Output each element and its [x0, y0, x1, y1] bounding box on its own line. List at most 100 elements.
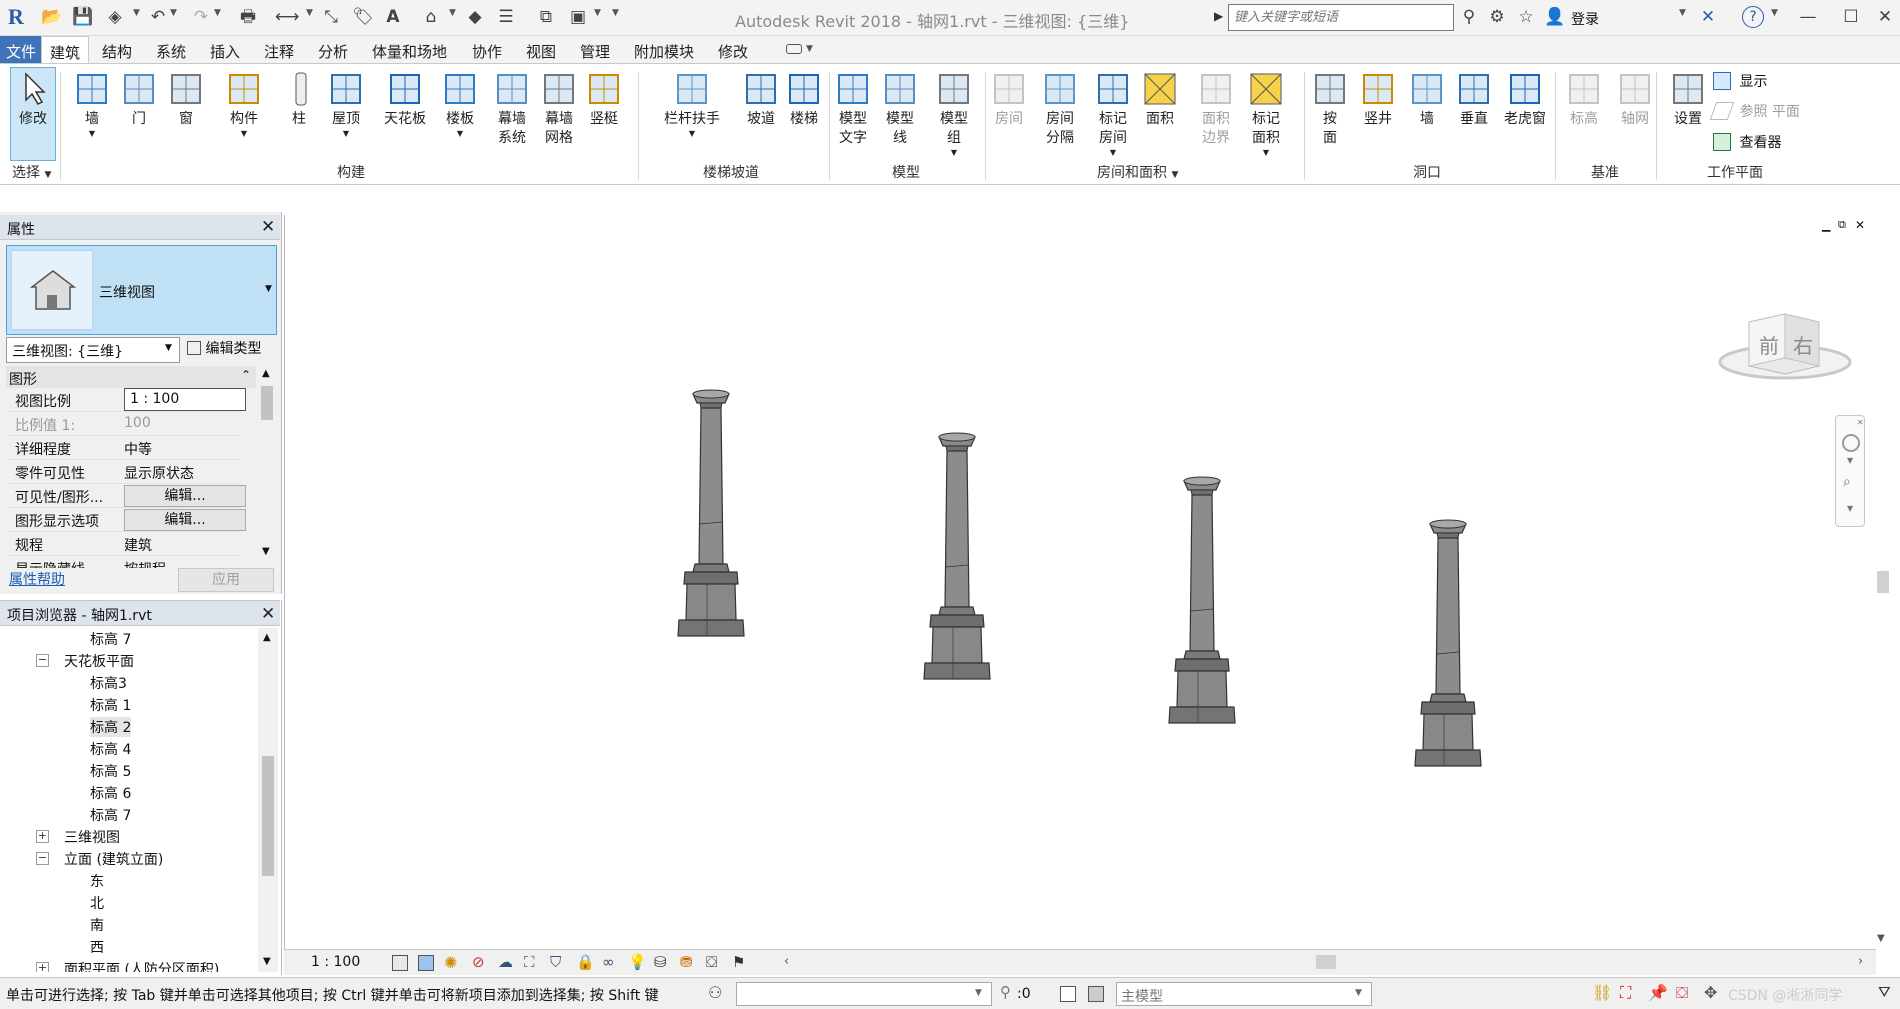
ribbon-button-tag-area[interactable]: 标记 面积 ▼	[1242, 68, 1290, 158]
column[interactable]	[1168, 476, 1236, 724]
ribbon-button-railing[interactable]: 栏杆扶手 ▼	[654, 68, 730, 156]
lock-3d-icon[interactable]: 🔒	[576, 953, 595, 971]
search-input[interactable]	[1228, 4, 1454, 31]
browser-tree-item[interactable]: − 天花板平面	[0, 649, 258, 671]
aligned-dimension-icon[interactable]: ⤡	[320, 6, 342, 28]
browser-tree-item[interactable]: 标高 1	[0, 693, 258, 715]
ribbon-button-room[interactable]: 房间	[986, 68, 1032, 156]
ribbon-button-curtain-grid[interactable]: 幕墙 网格	[535, 68, 583, 156]
3d-dropdown-icon[interactable]: ▼	[449, 8, 456, 18]
print-icon[interactable]: 🖶	[237, 6, 259, 28]
ribbon-button-wall[interactable]: 墙 ▼	[71, 68, 113, 156]
close-hidden-icon[interactable]: ⧉	[535, 6, 557, 28]
ribbon-button-model-group[interactable]: 模型组 ▼	[929, 68, 979, 158]
browser-tree-item[interactable]: 标高 2	[0, 715, 258, 737]
text-icon[interactable]: A	[382, 6, 404, 28]
browser-scrollbar[interactable]: ▲ ▼	[258, 628, 278, 972]
canvas-vscroll-down-icon[interactable]: ▼	[1877, 933, 1885, 944]
measure-icon[interactable]: ⟷	[275, 6, 299, 28]
property-value[interactable]: 按规程	[124, 559, 166, 568]
tab-massing-site[interactable]: 体量和场地	[372, 41, 447, 62]
browser-scroll-thumb[interactable]	[262, 756, 274, 876]
property-group-graphics[interactable]: 图形 ⌃	[6, 366, 256, 388]
ribbon-button-mullion[interactable]: 竖梃	[580, 68, 628, 156]
ribbon-dropdown-icon[interactable]: ▼	[1242, 148, 1290, 158]
browser-tree-item[interactable]: 东	[0, 869, 258, 891]
browser-tree-item[interactable]: 北	[0, 891, 258, 913]
browser-tree-item[interactable]: 标高 4	[0, 737, 258, 759]
open-icon[interactable]: 📂	[41, 6, 63, 28]
scroll-up-icon[interactable]: ▲	[262, 368, 270, 379]
ribbon-button-shaft[interactable]: 竖井	[1355, 68, 1401, 156]
design-options-icon[interactable]	[1060, 986, 1076, 1002]
ribbon-dropdown-icon[interactable]: ▼	[929, 148, 979, 158]
sun-path-icon[interactable]: ✺	[444, 953, 457, 972]
ribbon-button-by-face[interactable]: 按面	[1306, 68, 1354, 156]
properties-scroll-thumb[interactable]	[261, 386, 273, 420]
workset-dropdown[interactable]: ▼	[736, 982, 992, 1006]
tab-architecture[interactable]: 建筑	[41, 36, 90, 66]
favorites-star-icon[interactable]: ☆	[1515, 6, 1537, 28]
ribbon-button-grid[interactable]: 轴网	[1612, 68, 1658, 156]
browser-tree-item[interactable]: 南	[0, 913, 258, 935]
browser-scroll-down-icon[interactable]: ▼	[263, 956, 271, 967]
viewcube-front-face[interactable]: 前	[1759, 330, 1779, 359]
tree-collapse-icon[interactable]: −	[36, 654, 49, 667]
shadows-icon[interactable]: ⊘	[472, 953, 485, 971]
save-icon[interactable]: 💾	[72, 6, 94, 28]
ribbon-button-tag-room[interactable]: 标记 房间 ▼	[1088, 68, 1138, 158]
select-pinned-icon[interactable]: 📌	[1648, 983, 1668, 1002]
collapse-group-icon[interactable]: ⌃	[241, 368, 251, 382]
property-row[interactable]: 显示隐藏线 按规程	[6, 556, 242, 568]
viewcube-right-face[interactable]: 右	[1793, 330, 1813, 359]
tag-icon[interactable]: 🏷	[352, 6, 374, 28]
browser-tree-item[interactable]: 标高 7	[0, 803, 258, 825]
tab-annotate[interactable]: 注释	[264, 41, 294, 62]
ribbon-button-ceiling[interactable]: 天花板	[377, 68, 433, 156]
ribbon-button-component[interactable]: 构件 ▼	[218, 68, 270, 156]
project-browser-close-icon[interactable]: ✕	[261, 606, 275, 623]
ribbon-button-curtain-system[interactable]: 幕墙 系统	[488, 68, 536, 156]
login-link[interactable]: 登录	[1571, 9, 1599, 29]
search-expand-icon[interactable]: ▶	[1214, 9, 1223, 23]
hscroll-left-icon[interactable]: ‹	[784, 954, 789, 969]
tab-systems[interactable]: 系统	[156, 41, 186, 62]
main-model-icon[interactable]	[1088, 986, 1104, 1002]
properties-close-icon[interactable]: ✕	[261, 219, 275, 236]
redo-dropdown-icon[interactable]: ▼	[214, 8, 221, 18]
minimize-icon[interactable]: —	[1797, 6, 1819, 28]
select-links-icon[interactable]: ⛓	[1592, 983, 1612, 1002]
graphic-display-edit-button[interactable]: 编辑...	[124, 509, 246, 531]
ribbon-dropdown-icon[interactable]: ▼	[436, 129, 484, 139]
property-row[interactable]: 规程 建筑	[6, 532, 242, 556]
filter-icon[interactable]: ⛛	[1878, 983, 1891, 1001]
ribbon-button-model-line[interactable]: 模型线	[877, 68, 923, 156]
ribbon-button-floor[interactable]: 楼板 ▼	[436, 68, 484, 156]
column[interactable]	[1414, 519, 1482, 767]
ribbon-button-column[interactable]: 柱	[282, 68, 316, 156]
exchange-apps-icon[interactable]: ✕	[1697, 6, 1719, 28]
editable-only-icon[interactable]: ⚲	[1000, 983, 1011, 1001]
tab-view[interactable]: 视图	[526, 41, 556, 62]
nav-close-icon[interactable]: ✕	[1857, 418, 1864, 427]
ribbon-button-area-boundary[interactable]: 面积 边界	[1191, 68, 1241, 156]
analytical-model-icon[interactable]: ⛋	[706, 953, 717, 971]
tab-modify[interactable]: 修改	[718, 41, 748, 62]
sync-icon[interactable]: ◈	[104, 6, 126, 28]
login-dropdown-icon[interactable]: ▼	[1679, 8, 1686, 18]
work-plane-show-button[interactable]: 显示	[1713, 71, 1767, 93]
hscroll-right-icon[interactable]: ›	[1858, 954, 1863, 969]
edit-type-button[interactable]: 编辑类型	[187, 338, 261, 358]
browser-tree-item[interactable]: 西	[0, 935, 258, 957]
ribbon-dropdown-icon[interactable]: ▼	[325, 129, 367, 139]
ribbon-dropdown-icon[interactable]: ▼	[1088, 148, 1138, 158]
section-icon[interactable]: ◆	[464, 6, 486, 28]
ribbon-button-area[interactable]: 面积	[1137, 68, 1183, 156]
property-value[interactable]: 中等	[124, 439, 152, 459]
drag-on-selection-icon[interactable]: ✥	[1704, 983, 1717, 1002]
tab-collaborate[interactable]: 协作	[472, 41, 502, 62]
ribbon-dropdown-icon[interactable]: ▼	[654, 129, 730, 139]
panel-label-room-area[interactable]: 房间和面积 ▼	[1097, 162, 1178, 182]
zoom-dropdown-icon[interactable]: ▼	[1847, 504, 1853, 513]
redo-icon[interactable]: ↷	[190, 6, 212, 28]
